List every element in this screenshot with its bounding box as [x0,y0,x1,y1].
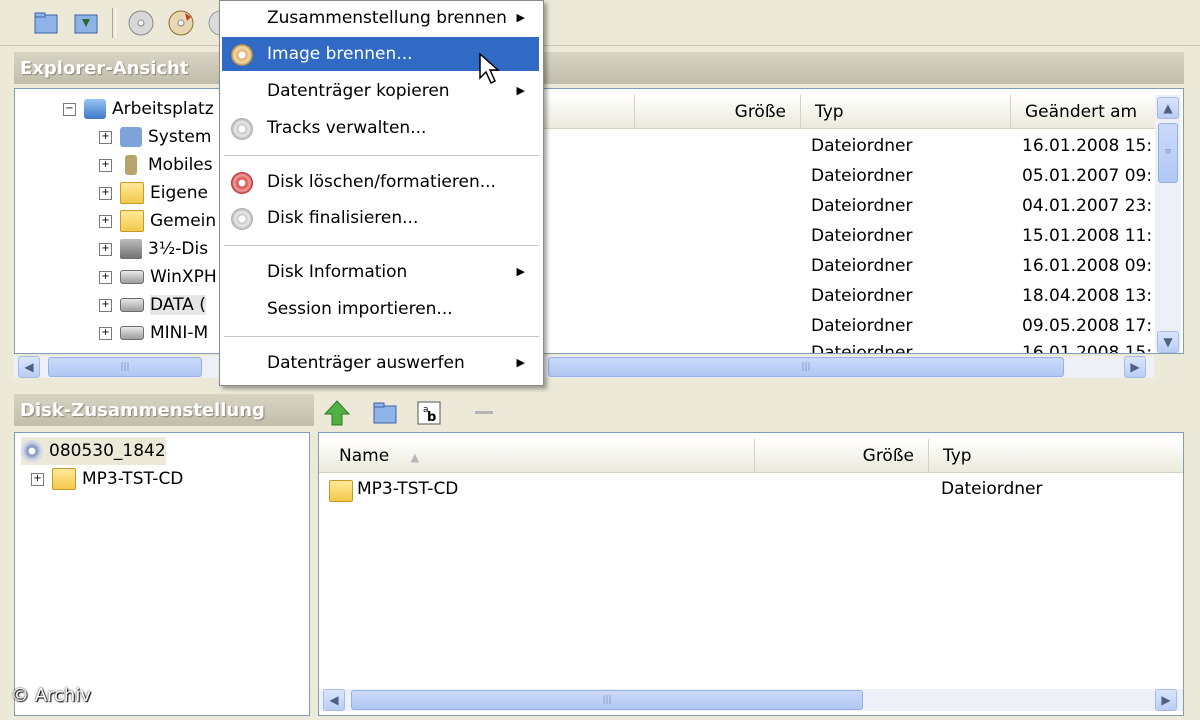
scroll-thumb[interactable]: ≡ [1158,123,1178,183]
disc-icon [21,440,43,462]
column-type[interactable]: Typ [801,95,1011,129]
expand-icon[interactable]: + [99,242,112,256]
sort-ascending-icon: ▲ [410,451,420,464]
compilation-tree: 080530_1842 + MP3-TST-CD © Archiv [11,432,310,716]
erase-disc-icon [231,172,253,194]
save-project-button[interactable] [70,7,102,39]
scroll-thumb[interactable]: ||| [351,690,863,710]
file-list-vertical-scrollbar[interactable]: ▲ ≡ ▼ [1155,95,1181,353]
tree-item-floppy[interactable]: +3½-Dis [99,235,208,263]
expand-icon[interactable]: + [99,158,112,172]
open-project-button[interactable] [30,7,62,39]
folder-icon [120,182,144,204]
menu-item-eject-disc[interactable]: Datenträger auswerfen ▶ [222,346,539,380]
main-toolbar [0,0,1200,46]
expand-icon[interactable]: + [99,326,112,340]
tree-item-data[interactable]: + DATA ( [99,291,206,319]
folder-icon [52,468,76,490]
watermark: © Archiv [11,685,91,706]
column-size[interactable]: Größe [755,439,929,473]
tree-item-mini[interactable]: + MINI-M [99,319,208,347]
column-name[interactable]: Name ▲ [319,439,755,473]
compilation-file-list: Name ▲ Größe Typ MP3-TST-CD Dateiordner … [318,432,1184,716]
tree-item-arbeitsplatz[interactable]: − Arbeitsplatz [63,95,214,123]
tree-item-disc[interactable]: 080530_1842 [21,437,166,465]
column-modified[interactable]: Geändert am [1011,95,1155,129]
finalize-disc-icon [231,208,253,230]
tree-item-gemein[interactable]: + Gemein [99,207,216,235]
drive-icon [120,326,144,340]
scroll-up-icon[interactable]: ▲ [1157,97,1179,119]
scroll-thumb[interactable]: ||| [548,357,1064,377]
compilation-list-header: Name ▲ Größe Typ [319,439,1183,473]
menu-item-finalize-disc[interactable]: Disk finalisieren... [222,201,539,235]
tree-item-system[interactable]: + System [99,123,211,151]
scroll-thumb[interactable]: ||| [48,357,202,377]
explorer-pane-title: Explorer-Ansicht [20,58,189,79]
column-size[interactable]: Größe [635,95,801,129]
compilation-toolbar: ab [318,396,518,430]
compilation-horizontal-scrollbar[interactable]: ◀ ||| ▶ [319,689,1183,711]
expand-icon[interactable]: + [99,270,112,284]
submenu-arrow-icon: ▶ [516,265,525,278]
mobile-device-icon [125,155,137,175]
folder-icon [329,480,353,502]
menu-item-erase-disc[interactable]: Disk löschen/formatieren... [222,165,539,199]
control-panel-icon [120,127,142,147]
collapse-icon[interactable]: − [63,102,76,116]
expand-icon[interactable]: + [99,130,112,144]
column-type[interactable]: Typ [929,439,1183,473]
scroll-down-icon[interactable]: ▼ [1157,331,1179,353]
expand-icon[interactable]: + [99,186,112,200]
burn-image-icon [231,44,253,66]
drive-icon [120,270,144,284]
expand-icon[interactable]: + [99,214,112,228]
menu-separator [224,155,539,156]
rename-button[interactable]: ab [414,398,444,428]
svg-text:b: b [427,410,436,425]
up-level-button[interactable] [322,398,352,428]
scroll-left-icon[interactable]: ◀ [323,689,345,711]
compilation-pane-title: Disk-Zusammenstellung [20,400,265,421]
menu-item-import-session[interactable]: Session importieren... [222,292,539,326]
menu-separator [224,245,539,246]
compilation-pane-header: Disk-Zusammenstellung [14,394,314,426]
submenu-arrow-icon: ▶ [516,84,525,97]
menu-item-manage-tracks[interactable]: Tracks verwalten... [222,111,539,145]
menu-separator [224,336,539,337]
list-item[interactable]: MP3-TST-CD Dateiordner [327,475,1177,503]
disc-button[interactable] [125,7,157,39]
explorer-pane-header: Explorer-Ansicht [14,52,1184,84]
tree-horizontal-scrollbar[interactable]: ◀ ||| [14,356,224,378]
tree-item-mobiles[interactable]: + Mobiles [99,151,213,179]
burn-disc-button[interactable] [165,7,197,39]
scroll-right-icon[interactable]: ▶ [1155,689,1177,711]
remove-button[interactable] [472,402,496,424]
expand-icon[interactable]: + [99,298,112,312]
tracks-disc-icon [231,118,253,140]
mouse-cursor-icon [478,52,504,88]
menu-item-disc-information[interactable]: Disk Information ▶ [222,255,539,289]
expand-icon[interactable]: + [31,472,44,486]
tree-item-mp3-folder[interactable]: + MP3-TST-CD [31,465,183,493]
tree-item-eigene[interactable]: + Eigene [99,179,208,207]
computer-icon [84,99,106,119]
floppy-icon [120,239,142,259]
scroll-right-icon[interactable]: ▶ [1124,356,1146,378]
submenu-arrow-icon: ▶ [516,356,525,369]
drive-icon [120,298,144,312]
menu-item-burn-compilation[interactable]: Zusammenstellung brennen ▶ [222,1,539,35]
submenu-arrow-icon: ▶ [516,11,525,24]
scroll-left-icon[interactable]: ◀ [18,356,40,378]
new-folder-button[interactable] [370,398,400,428]
folder-icon [120,210,144,232]
tree-item-winxp[interactable]: + WinXPH [99,263,217,291]
